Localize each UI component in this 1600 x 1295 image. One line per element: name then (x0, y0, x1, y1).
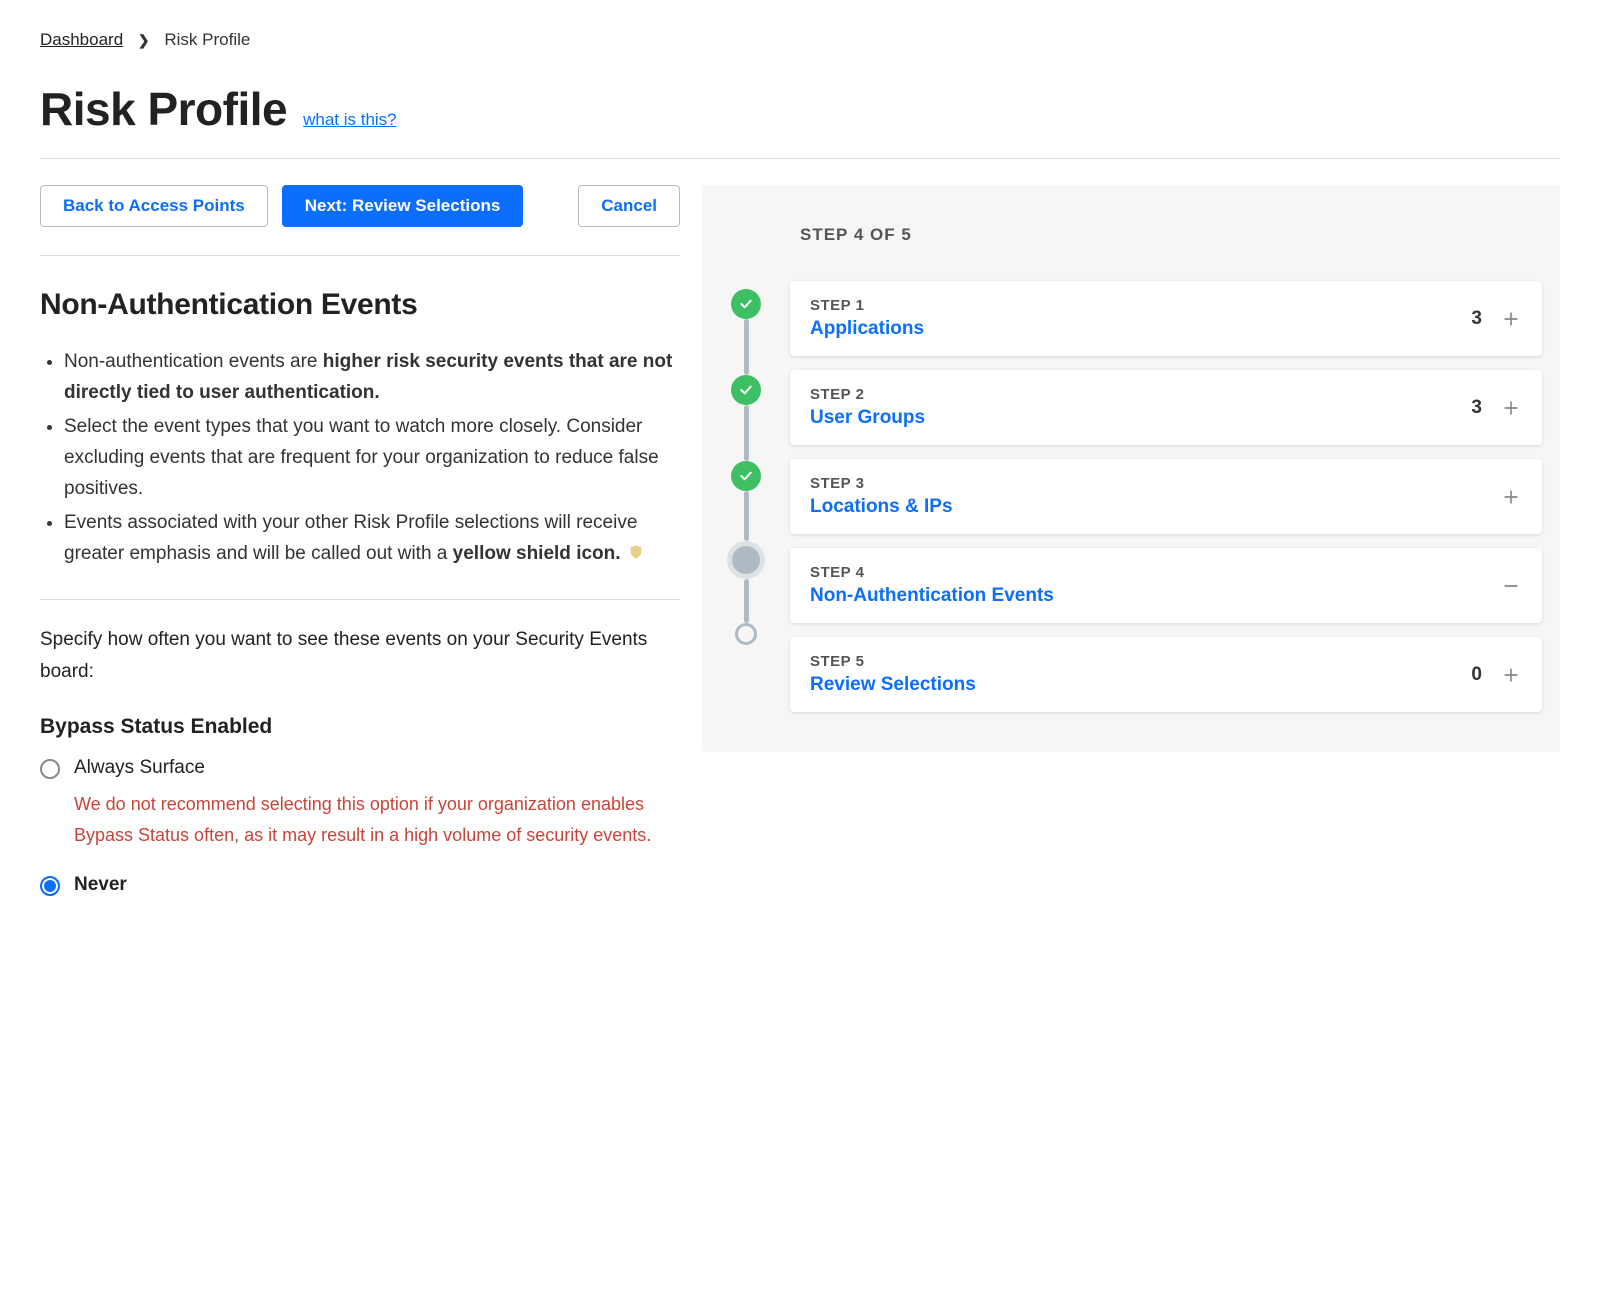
list-item: Non-authentication events are higher ris… (64, 346, 680, 409)
step-card-count: 3 (1471, 308, 1482, 330)
step-marker-future (735, 623, 757, 645)
plus-icon[interactable] (1500, 486, 1522, 508)
shield-icon (628, 540, 644, 558)
step-marker-current (727, 541, 765, 579)
list-item: Events associated with your other Risk P… (64, 507, 680, 570)
step-card-non-auth-events[interactable]: STEP 4 Non-Authentication Events (790, 548, 1542, 623)
step-connector (744, 319, 749, 375)
minus-icon[interactable] (1500, 575, 1522, 597)
frequency-instruction: Specify how often you want to see these … (40, 624, 680, 687)
divider (40, 158, 1560, 159)
step-indicator: STEP 4 OF 5 (800, 225, 1542, 245)
radio-option-never[interactable]: Never (40, 874, 680, 896)
step-card-applications[interactable]: STEP 1 Applications 3 (790, 281, 1542, 356)
step-card-title: Review Selections (810, 674, 1471, 696)
divider (40, 599, 680, 600)
chevron-right-icon: ❯ (138, 32, 150, 48)
next-button[interactable]: Next: Review Selections (282, 185, 524, 227)
list-item: Select the event types that you want to … (64, 411, 680, 505)
step-card-title: User Groups (810, 407, 1471, 429)
radio-icon[interactable] (40, 876, 60, 896)
step-card-label: STEP 5 (810, 653, 1471, 670)
radio-label: Never (74, 874, 127, 896)
breadcrumb-dashboard-link[interactable]: Dashboard (40, 30, 123, 49)
back-button[interactable]: Back to Access Points (40, 185, 268, 227)
subsection-title: Bypass Status Enabled (40, 715, 680, 739)
step-connector (744, 491, 749, 541)
step-marker-done (731, 289, 761, 319)
step-card-label: STEP 3 (810, 475, 1500, 492)
radio-icon[interactable] (40, 759, 60, 779)
step-connector (744, 405, 749, 461)
plus-icon[interactable] (1500, 308, 1522, 330)
step-card-title: Locations & IPs (810, 496, 1500, 518)
breadcrumb-current: Risk Profile (164, 30, 250, 49)
bullet3-bold: yellow shield icon. (453, 543, 621, 564)
radio-option-always[interactable]: Always Surface (40, 757, 680, 779)
step-marker-done (731, 461, 761, 491)
step-card-user-groups[interactable]: STEP 2 User Groups 3 (790, 370, 1542, 445)
step-marker-done (731, 375, 761, 405)
what-is-this-link[interactable]: what is this? (303, 110, 397, 130)
breadcrumb: Dashboard ❯ Risk Profile (40, 30, 1560, 50)
page-title: Risk Profile (40, 82, 287, 136)
description-list: Non-authentication events are higher ris… (40, 346, 680, 569)
plus-icon[interactable] (1500, 397, 1522, 419)
step-card-locations-ips[interactable]: STEP 3 Locations & IPs (790, 459, 1542, 534)
plus-icon[interactable] (1500, 664, 1522, 686)
step-card-label: STEP 1 (810, 297, 1471, 314)
step-markers (726, 281, 766, 645)
step-card-count: 3 (1471, 397, 1482, 419)
step-card-title: Applications (810, 318, 1471, 340)
warning-text: We do not recommend selecting this optio… (74, 789, 680, 850)
radio-label: Always Surface (74, 757, 205, 779)
step-card-count: 0 (1471, 664, 1482, 686)
cancel-button[interactable]: Cancel (578, 185, 680, 227)
step-card-review-selections[interactable]: STEP 5 Review Selections 0 (790, 637, 1542, 712)
bullet1-pre: Non-authentication events are (64, 351, 323, 372)
step-card-label: STEP 4 (810, 564, 1500, 581)
step-card-title: Non-Authentication Events (810, 585, 1500, 607)
step-card-label: STEP 2 (810, 386, 1471, 403)
section-title: Non-Authentication Events (40, 288, 680, 322)
step-connector (744, 579, 749, 623)
divider (40, 255, 680, 256)
